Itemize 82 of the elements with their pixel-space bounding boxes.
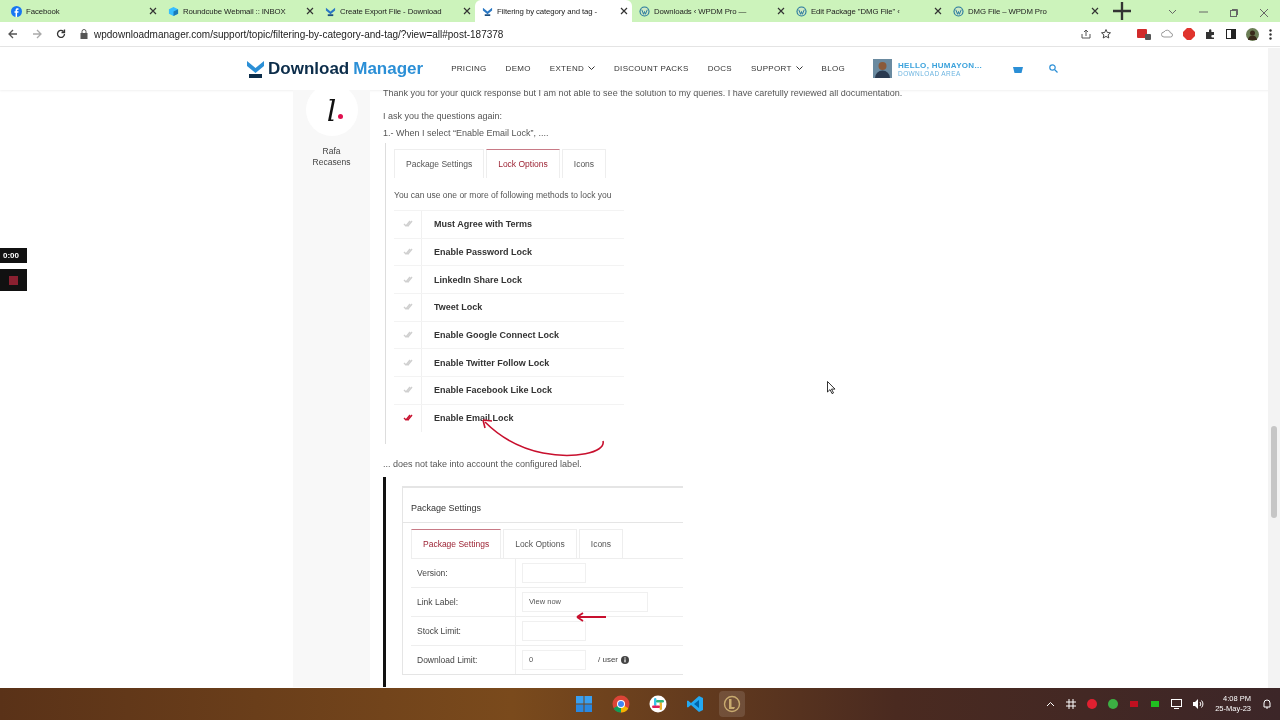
unit-label: / user: [598, 655, 618, 664]
chevron-logo-icon: [325, 5, 336, 17]
notification-icon[interactable]: [1262, 699, 1272, 709]
logo-icon[interactable]: [247, 59, 264, 78]
logo-text[interactable]: Download: [268, 58, 350, 79]
field-label: Link Label:: [411, 587, 516, 616]
close-icon[interactable]: [149, 7, 157, 15]
nav-link[interactable]: SUPPORT: [750, 64, 803, 73]
panel-title: Package Settings: [403, 493, 683, 523]
double-check-icon[interactable]: [402, 414, 413, 423]
chevron-logo-icon: [482, 5, 493, 17]
field-label: Version:: [411, 558, 516, 587]
author-avatar: l: [305, 90, 358, 136]
basket-icon[interactable]: [1012, 64, 1023, 73]
settings-tab[interactable]: Icons: [561, 149, 607, 178]
close-icon[interactable]: [1091, 7, 1099, 15]
wordpress-icon: [953, 5, 964, 17]
close-icon[interactable]: [777, 7, 785, 15]
lock-option-label: Enable Twitter Follow Lock: [433, 357, 550, 368]
more-icon[interactable]: [1269, 28, 1272, 40]
profile-avatar[interactable]: [1246, 27, 1259, 41]
post-paragraph: I ask you the questions again:: [383, 110, 504, 122]
close-icon[interactable]: [306, 7, 314, 15]
chevron-down-icon[interactable]: [588, 66, 596, 71]
settings-tab[interactable]: Package Settings: [411, 528, 502, 558]
post-paragraph: 1.- When I select “Enable Email Lock”, ....: [383, 127, 550, 139]
chevron-up-icon[interactable]: [1046, 701, 1056, 707]
input-field[interactable]: [522, 620, 586, 641]
lock-option-label: Enable Password Lock: [433, 247, 533, 258]
status-icon[interactable]: [1150, 699, 1161, 709]
nav-link[interactable]: DOCS: [707, 64, 732, 73]
nav-link[interactable]: BLOG: [821, 64, 846, 73]
monitor-icon[interactable]: [1171, 699, 1183, 709]
wordpress-icon: [796, 5, 807, 17]
speaker-icon[interactable]: [1193, 699, 1205, 709]
lock-option-label: LinkedIn Share Lock: [433, 274, 523, 285]
settings-tab[interactable]: Package Settings: [394, 149, 485, 178]
shield-icon[interactable]: [1183, 28, 1195, 40]
lock-option-label: Enable Facebook Like Lock: [433, 385, 553, 396]
sidebar-icon[interactable]: [1226, 29, 1236, 39]
url-text[interactable]: wpdownloadmanager.com/support/topic/filtering-by-category-and-tag/?view=all#post-187378: [94, 28, 504, 40]
puzzle-icon[interactable]: [1205, 28, 1216, 40]
cube-icon: [168, 5, 179, 17]
author-name[interactable]: Rafa Recasens: [306, 146, 357, 168]
lock-option-label: Tweet Lock: [433, 302, 483, 313]
share-icon[interactable]: [1081, 29, 1091, 39]
scrollbar[interactable]: [1268, 48, 1280, 688]
facebook-icon: [11, 5, 22, 17]
lock-option-label: Enable Google Connect Lock: [433, 330, 559, 341]
close-icon[interactable]: [934, 7, 942, 15]
mouse-cursor-icon: [827, 381, 836, 394]
back-icon[interactable]: [8, 29, 18, 39]
nav-link[interactable]: DISCOUNT PACKS: [614, 64, 689, 73]
close-icon[interactable]: [463, 7, 471, 15]
nav-link[interactable]: DEMO: [505, 64, 531, 73]
post-paragraph: ... does not take into account the configured label.: [383, 457, 583, 470]
lock-option-label: Must Agree with Terms: [433, 219, 532, 230]
reload-icon[interactable]: [56, 29, 66, 39]
logo-text[interactable]: Manager: [353, 58, 424, 79]
post-paragraph: Thank you for your quick response but I am not able to see the solution to my queries. I have carefully reviewed all documentation.: [383, 90, 904, 99]
lock-icon[interactable]: [80, 29, 88, 39]
extension-icon[interactable]: [1137, 28, 1151, 40]
close-icon[interactable]: [620, 7, 628, 15]
star-icon[interactable]: [1101, 29, 1111, 39]
lock-description: You can use one or more of following methods to lock you: [394, 190, 613, 200]
wordpress-icon: [639, 5, 650, 17]
settings-tab[interactable]: Icons: [578, 528, 624, 558]
annotation-arrow: [576, 612, 607, 622]
hashtag-icon[interactable]: [1066, 699, 1077, 709]
chevron-down-icon[interactable]: [795, 66, 803, 71]
recording-time: 0:00: [0, 248, 27, 263]
settings-tab[interactable]: Lock Options: [503, 528, 577, 558]
settings-tab[interactable]: Lock Options: [486, 149, 560, 178]
nav-link[interactable]: EXTEND: [549, 64, 596, 73]
nav-link[interactable]: PRICING: [451, 64, 487, 73]
restore-icon[interactable]: [1230, 9, 1238, 17]
field-label: Stock Limit:: [411, 616, 516, 645]
user-avatar[interactable]: [873, 59, 893, 78]
info-icon[interactable]: [621, 655, 629, 664]
field-label: Download Limit:: [411, 645, 516, 674]
new-tab-icon[interactable]: [1111, 2, 1133, 20]
search-icon[interactable]: [1048, 64, 1058, 73]
